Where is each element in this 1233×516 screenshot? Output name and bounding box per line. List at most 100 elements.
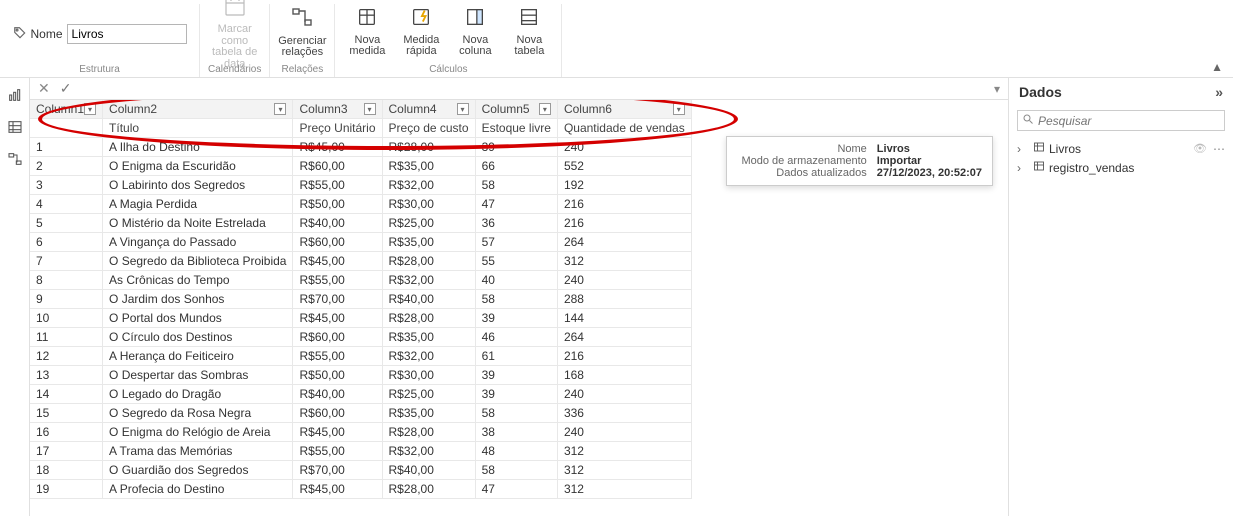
table-cell[interactable]: 61 bbox=[475, 347, 557, 366]
table-cell[interactable]: 312 bbox=[557, 480, 691, 499]
table-cell[interactable]: O Despertar das Sombras bbox=[103, 366, 293, 385]
table-cell[interactable]: 7 bbox=[30, 252, 103, 271]
visibility-icon[interactable]: 👁 bbox=[1193, 142, 1207, 155]
table-cell[interactable]: R$60,00 bbox=[293, 233, 382, 252]
table-cell[interactable]: 2 bbox=[30, 157, 103, 176]
table-row[interactable]: 3O Labirinto dos SegredosR$55,00R$32,005… bbox=[30, 176, 691, 195]
nova-medida-button[interactable]: Nova medida bbox=[343, 4, 391, 60]
model-view-icon[interactable] bbox=[6, 150, 24, 168]
table-cell[interactable]: 36 bbox=[475, 214, 557, 233]
filter-icon[interactable]: ▾ bbox=[274, 103, 286, 115]
table-cell[interactable]: R$40,00 bbox=[382, 461, 475, 480]
table-cell[interactable]: O Mistério da Noite Estrelada bbox=[103, 214, 293, 233]
table-cell[interactable]: O Portal dos Mundos bbox=[103, 309, 293, 328]
table-cell[interactable]: R$55,00 bbox=[293, 176, 382, 195]
table-cell[interactable]: 14 bbox=[30, 385, 103, 404]
collapse-ribbon-icon[interactable]: ▲ bbox=[1211, 60, 1223, 74]
filter-icon[interactable]: ▾ bbox=[364, 103, 376, 115]
table-cell[interactable]: R$45,00 bbox=[293, 423, 382, 442]
more-icon[interactable]: ⋯ bbox=[1213, 142, 1225, 156]
table-cell[interactable]: R$60,00 bbox=[293, 157, 382, 176]
table-cell[interactable]: O Jardim dos Sonhos bbox=[103, 290, 293, 309]
column-header[interactable]: Column2▾ bbox=[103, 100, 293, 119]
table-row[interactable]: 15O Segredo da Rosa NegraR$60,00R$35,005… bbox=[30, 404, 691, 423]
table-cell[interactable]: 39 bbox=[475, 138, 557, 157]
medida-rapida-button[interactable]: Medida rápida bbox=[397, 4, 445, 60]
table-cell[interactable]: R$55,00 bbox=[293, 347, 382, 366]
column-header[interactable]: Column5▾ bbox=[475, 100, 557, 119]
table-cell[interactable]: 552 bbox=[557, 157, 691, 176]
tree-table-node[interactable]: ›registro_vendas bbox=[1013, 158, 1229, 177]
table-cell[interactable]: R$35,00 bbox=[382, 328, 475, 347]
table-cell[interactable]: R$35,00 bbox=[382, 233, 475, 252]
table-cell[interactable]: 5 bbox=[30, 214, 103, 233]
table-cell[interactable]: 58 bbox=[475, 404, 557, 423]
table-cell[interactable]: 39 bbox=[475, 366, 557, 385]
table-cell[interactable]: R$60,00 bbox=[293, 404, 382, 423]
table-cell[interactable]: O Círculo dos Destinos bbox=[103, 328, 293, 347]
table-cell[interactable]: R$60,00 bbox=[293, 328, 382, 347]
column-header[interactable]: Column4▾ bbox=[382, 100, 475, 119]
table-row[interactable]: 12A Herança do FeiticeiroR$55,00R$32,006… bbox=[30, 347, 691, 366]
table-cell[interactable]: R$55,00 bbox=[293, 271, 382, 290]
table-cell[interactable]: 66 bbox=[475, 157, 557, 176]
dados-search-input[interactable] bbox=[1038, 114, 1220, 128]
table-row[interactable]: 13O Despertar das SombrasR$50,00R$30,003… bbox=[30, 366, 691, 385]
table-cell[interactable]: O Segredo da Rosa Negra bbox=[103, 404, 293, 423]
table-cell[interactable]: 11 bbox=[30, 328, 103, 347]
table-cell[interactable]: O Enigma da Escuridão bbox=[103, 157, 293, 176]
column-header[interactable]: Column1▾ bbox=[30, 100, 103, 119]
filter-icon[interactable]: ▾ bbox=[457, 103, 469, 115]
filter-icon[interactable]: ▾ bbox=[84, 103, 96, 115]
table-cell[interactable]: R$28,00 bbox=[382, 309, 475, 328]
table-cell[interactable]: 8 bbox=[30, 271, 103, 290]
table-cell[interactable]: 58 bbox=[475, 290, 557, 309]
table-row[interactable]: 6A Vingança do PassadoR$60,00R$35,005726… bbox=[30, 233, 691, 252]
table-cell[interactable]: R$32,00 bbox=[382, 347, 475, 366]
table-cell[interactable]: A Herança do Feiticeiro bbox=[103, 347, 293, 366]
table-cell[interactable]: 240 bbox=[557, 423, 691, 442]
table-cell[interactable]: R$45,00 bbox=[293, 138, 382, 157]
table-cell[interactable]: 46 bbox=[475, 328, 557, 347]
table-cell[interactable]: 312 bbox=[557, 252, 691, 271]
table-cell[interactable]: A Profecia do Destino bbox=[103, 480, 293, 499]
table-cell[interactable]: R$28,00 bbox=[382, 252, 475, 271]
table-row[interactable]: 18O Guardião dos SegredosR$70,00R$40,005… bbox=[30, 461, 691, 480]
table-cell[interactable]: 6 bbox=[30, 233, 103, 252]
table-cell[interactable]: 9 bbox=[30, 290, 103, 309]
table-cell[interactable]: 312 bbox=[557, 442, 691, 461]
table-cell[interactable]: 48 bbox=[475, 442, 557, 461]
table-cell[interactable]: 39 bbox=[475, 385, 557, 404]
table-cell[interactable]: 288 bbox=[557, 290, 691, 309]
column-header[interactable]: Column3▾ bbox=[293, 100, 382, 119]
table-cell[interactable]: 216 bbox=[557, 195, 691, 214]
table-cell[interactable]: R$45,00 bbox=[293, 309, 382, 328]
table-cell[interactable]: 39 bbox=[475, 309, 557, 328]
report-view-icon[interactable] bbox=[6, 86, 24, 104]
table-cell[interactable]: R$25,00 bbox=[382, 385, 475, 404]
table-cell[interactable]: A Magia Perdida bbox=[103, 195, 293, 214]
table-row[interactable]: 10O Portal dos MundosR$45,00R$28,0039144 bbox=[30, 309, 691, 328]
table-cell[interactable]: 3 bbox=[30, 176, 103, 195]
table-cell[interactable]: R$30,00 bbox=[382, 366, 475, 385]
table-cell[interactable]: R$40,00 bbox=[293, 214, 382, 233]
dados-search[interactable] bbox=[1017, 110, 1225, 131]
table-row[interactable]: 16O Enigma do Relógio de AreiaR$45,00R$2… bbox=[30, 423, 691, 442]
table-cell[interactable]: R$70,00 bbox=[293, 290, 382, 309]
formula-accept-icon[interactable]: ✓ bbox=[60, 80, 72, 97]
table-cell[interactable]: 55 bbox=[475, 252, 557, 271]
table-cell[interactable]: 10 bbox=[30, 309, 103, 328]
table-cell[interactable]: O Segredo da Biblioteca Proibida bbox=[103, 252, 293, 271]
table-cell[interactable]: R$32,00 bbox=[382, 271, 475, 290]
dados-expand-icon[interactable]: » bbox=[1215, 84, 1223, 100]
table-cell[interactable]: A Ilha do Destino bbox=[103, 138, 293, 157]
table-cell[interactable]: 57 bbox=[475, 233, 557, 252]
table-cell[interactable]: 13 bbox=[30, 366, 103, 385]
table-cell[interactable]: 264 bbox=[557, 328, 691, 347]
table-row[interactable]: 1A Ilha do DestinoR$45,00R$28,0039240 bbox=[30, 138, 691, 157]
table-cell[interactable]: 264 bbox=[557, 233, 691, 252]
table-cell[interactable]: 58 bbox=[475, 461, 557, 480]
table-cell[interactable]: R$45,00 bbox=[293, 480, 382, 499]
table-cell[interactable]: 40 bbox=[475, 271, 557, 290]
table-cell[interactable]: 15 bbox=[30, 404, 103, 423]
